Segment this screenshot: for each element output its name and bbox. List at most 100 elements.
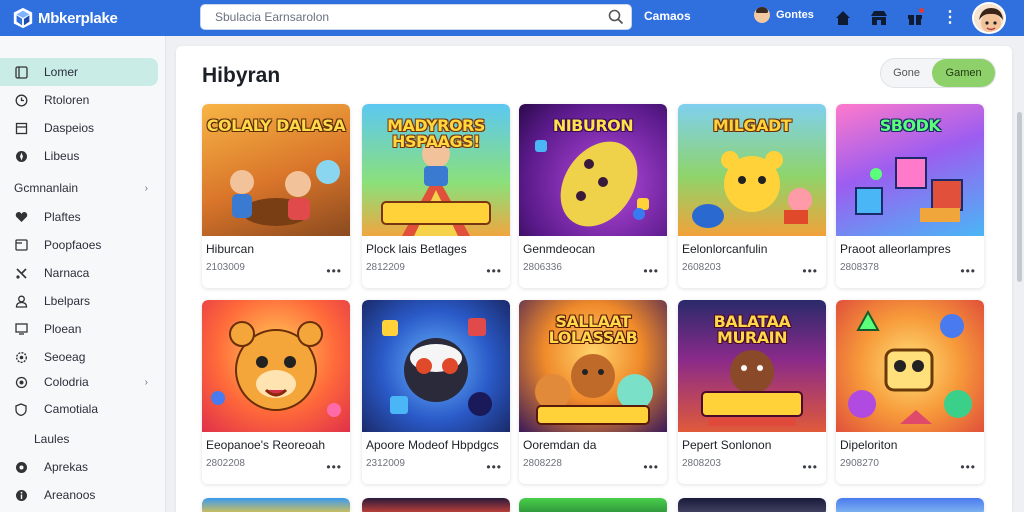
sidebar-item-achievements[interactable]: Aprekas	[0, 453, 158, 481]
sidebar-item-about[interactable]: Areanoos	[0, 481, 158, 509]
store-button[interactable]	[869, 8, 889, 28]
sidebar-section-label: Colodria	[44, 375, 89, 389]
sidebar-item-popular[interactable]: Poopfaoes	[0, 231, 158, 259]
tools-icon	[14, 266, 28, 280]
star-icon	[14, 460, 28, 474]
search-input[interactable]	[201, 5, 601, 29]
bookmark-icon	[14, 121, 28, 135]
game-date: 2808378	[840, 262, 879, 273]
sidebar-item-community[interactable]: Camotiala	[0, 395, 158, 423]
sidebar-item-label: Aprekas	[44, 460, 89, 474]
user-mini-avatar	[754, 7, 770, 23]
game-card-partial[interactable]	[678, 498, 826, 512]
game-title[interactable]: Plock lais Betlages	[366, 242, 467, 256]
sidebar-item-label: Poopfaoes	[44, 238, 102, 252]
sidebar-item-library[interactable]: Libeus	[0, 142, 158, 170]
game-card[interactable]: NIBURON Genmdeocan 2806336 •••	[519, 104, 667, 288]
game-date: 2806336	[523, 262, 562, 273]
game-title[interactable]: Praoot alleorlampres	[840, 242, 951, 256]
sidebar-item-label: Lomer	[44, 65, 79, 79]
sidebar-section-games[interactable]: Gcmnanlain ›	[0, 176, 160, 200]
game-card-partial[interactable]	[202, 498, 350, 512]
game-title[interactable]: Genmdeocan	[523, 242, 595, 256]
more-options-icon[interactable]: •••	[960, 265, 976, 277]
game-title[interactable]: Eelonlorcanfulin	[682, 242, 767, 256]
sidebar-item-label: Plaftes	[44, 210, 81, 224]
brand[interactable]: Mbkerplake	[12, 7, 192, 29]
game-card-partial[interactable]	[519, 498, 667, 512]
sidebar-section-categories[interactable]: Colodria ›	[0, 370, 160, 394]
game-card-partial[interactable]	[836, 498, 984, 512]
game-date: 2802208	[206, 458, 245, 469]
profile-avatar[interactable]	[972, 2, 1006, 34]
game-date: 2312009	[366, 458, 405, 469]
game-title[interactable]: Ooremdan da	[523, 438, 596, 452]
store-icon	[871, 11, 887, 25]
notifications-button[interactable]	[905, 7, 925, 28]
sidebar-item-settings[interactable]: Seoeag	[0, 343, 158, 371]
more-options-icon[interactable]: •••	[486, 461, 502, 473]
sidebar-item-tools[interactable]: Narnaca	[0, 259, 158, 287]
user-chip[interactable]: Gontes	[754, 7, 814, 23]
sidebar-item-favorites[interactable]: Plaftes	[0, 203, 158, 231]
sidebar-item-label: Daspeios	[44, 121, 95, 135]
scrollbar-thumb[interactable]	[1017, 112, 1022, 282]
game-card[interactable]: SBODK Praoot alleorlampres 2808378 •••	[836, 104, 984, 288]
home-button[interactable]	[833, 8, 853, 28]
display-icon	[14, 322, 28, 336]
view-toggle: Gone Gamen	[880, 58, 996, 88]
more-options-icon[interactable]: •••	[326, 265, 342, 277]
game-card[interactable]: Eeopanoe's Reoreoah 2802208 •••	[202, 300, 350, 484]
game-card[interactable]: Dipeloriton 2908270 •••	[836, 300, 984, 484]
game-title[interactable]: Dipeloriton	[840, 438, 897, 452]
game-date: 2812209	[366, 262, 405, 273]
person-icon	[14, 294, 28, 308]
compass-icon	[14, 149, 28, 163]
game-title[interactable]: Hiburcan	[206, 242, 254, 256]
game-title[interactable]: Pepert Sonlonon	[682, 438, 771, 452]
more-menu-button[interactable]: ⋮	[940, 8, 960, 28]
game-logo-text: MILGADT	[712, 116, 792, 135]
more-options-icon[interactable]: •••	[326, 461, 342, 473]
game-thumbnail: NIBURON	[519, 104, 667, 236]
more-options-icon[interactable]: •••	[802, 461, 818, 473]
clock-icon	[14, 93, 28, 107]
more-options-icon[interactable]: •••	[802, 265, 818, 277]
game-logo-text: BALATAA MURAIN	[713, 312, 791, 347]
sidebar-item-label: Rtoloren	[44, 93, 90, 107]
game-date: 2608203	[682, 262, 721, 273]
sidebar-item-label: Libeus	[44, 149, 80, 163]
games-nav-link[interactable]: Camaos	[644, 9, 691, 23]
game-thumbnail: MILGADT	[678, 104, 826, 236]
more-options-icon[interactable]: •••	[960, 461, 976, 473]
game-card[interactable]: SALLAAT LOLASSAB Ooremdan da 2808228 •••	[519, 300, 667, 484]
game-card-partial[interactable]	[362, 498, 510, 512]
search-button[interactable]	[601, 5, 631, 29]
sidebar-item-recent[interactable]: Rtoloren	[0, 86, 158, 114]
game-card[interactable]: COLALY DALASA Hiburcan 2103009 •••	[202, 104, 350, 288]
game-thumbnail: SALLAAT LOLASSAB	[519, 300, 667, 432]
game-card[interactable]: BALATAA MURAIN Pepert Sonlonon 2808203 •••	[678, 300, 826, 484]
user-name: Gontes	[776, 9, 814, 21]
game-card[interactable]: MILGADT Eelonlorcanfulin 2608203 •••	[678, 104, 826, 288]
sidebar-item-helpers[interactable]: Lbelpars	[0, 287, 158, 315]
game-title[interactable]: Apoore Modeof Hbpdgcs	[366, 438, 499, 452]
more-options-icon[interactable]: •••	[643, 265, 659, 277]
sidebar-item-display[interactable]: Ploean	[0, 315, 158, 343]
sidebar-item-label: Areanoos	[44, 488, 96, 502]
more-options-icon[interactable]: •••	[486, 265, 502, 277]
toggle-option-games[interactable]: Gamen	[932, 59, 995, 87]
sidebar-item-saved[interactable]: Daspeios	[0, 114, 158, 142]
game-thumbnail	[202, 498, 350, 512]
game-date: 2808203	[682, 458, 721, 469]
more-options-icon[interactable]: •••	[643, 461, 659, 473]
sidebar-item-home[interactable]: Lomer	[0, 58, 158, 86]
app-name: Mbkerplake	[38, 9, 118, 27]
game-thumbnail	[678, 498, 826, 512]
page-title: Hibyran	[202, 64, 281, 87]
game-card[interactable]: Apoore Modeof Hbpdgcs 2312009 •••	[362, 300, 510, 484]
toggle-option-gone[interactable]: Gone	[881, 59, 932, 87]
game-title[interactable]: Eeopanoe's Reoreoah	[206, 438, 325, 452]
heart-icon	[14, 210, 28, 224]
game-card[interactable]: MADYRORS HSPAAGS! Plock lais Betlages 2812…	[362, 104, 510, 288]
